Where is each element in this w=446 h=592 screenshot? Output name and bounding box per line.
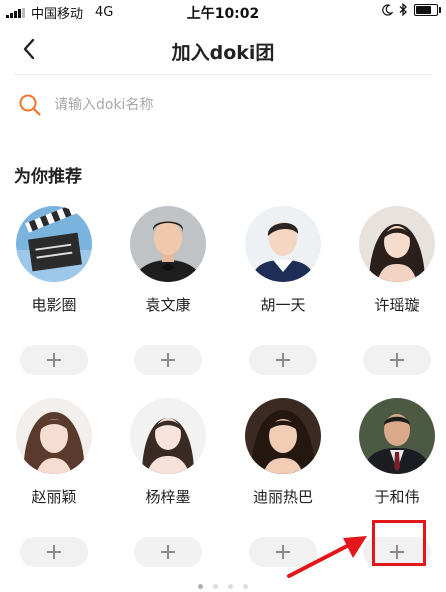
bluetooth-icon bbox=[399, 3, 407, 16]
portrait-avatar[interactable] bbox=[16, 398, 92, 474]
join-button[interactable] bbox=[20, 537, 88, 567]
header-divider bbox=[14, 74, 432, 75]
join-button[interactable] bbox=[363, 345, 431, 375]
search-icon bbox=[19, 94, 41, 116]
recommend-card: 胡一天 bbox=[235, 206, 331, 375]
plus-icon bbox=[390, 353, 404, 367]
chevron-left-icon bbox=[23, 38, 35, 60]
status-time: 上午10:02 bbox=[186, 6, 260, 22]
page-indicator bbox=[0, 584, 446, 589]
join-button[interactable] bbox=[249, 345, 317, 375]
portrait-avatar[interactable] bbox=[359, 398, 435, 474]
recommend-card: 许瑶璇 bbox=[349, 206, 445, 375]
join-button[interactable] bbox=[20, 345, 88, 375]
portrait-avatar[interactable] bbox=[245, 398, 321, 474]
recommend-card: 迪丽热巴 bbox=[235, 398, 331, 567]
clapperboard-avatar[interactable] bbox=[16, 206, 92, 282]
card-name: 于和伟 bbox=[374, 488, 420, 506]
search-input[interactable] bbox=[52, 96, 396, 114]
portrait-avatar[interactable] bbox=[130, 206, 206, 282]
card-name: 许瑶璇 bbox=[374, 296, 420, 314]
plus-icon bbox=[47, 353, 61, 367]
portrait-avatar[interactable] bbox=[130, 398, 206, 474]
nav-bar: 加入doki团 bbox=[0, 24, 446, 76]
plus-icon bbox=[161, 545, 175, 559]
join-button[interactable] bbox=[134, 345, 202, 375]
page-dot bbox=[198, 584, 203, 589]
plus-icon bbox=[161, 353, 175, 367]
page-dot bbox=[243, 584, 248, 589]
card-name: 杨梓墨 bbox=[145, 488, 191, 506]
portrait-avatar[interactable] bbox=[245, 206, 321, 282]
recommend-card: 杨梓墨 bbox=[120, 398, 216, 567]
join-button[interactable] bbox=[363, 537, 431, 567]
section-title: 为你推荐 bbox=[14, 167, 82, 187]
recommend-card: 电影圈 bbox=[6, 206, 102, 375]
plus-icon bbox=[390, 545, 404, 559]
recommend-card: 赵丽颖 bbox=[6, 398, 102, 567]
page-title: 加入doki团 bbox=[171, 42, 275, 64]
portrait-avatar[interactable] bbox=[359, 206, 435, 282]
card-name: 袁文康 bbox=[145, 296, 191, 314]
page-dot bbox=[228, 584, 233, 589]
recommend-card: 于和伟 bbox=[349, 398, 445, 567]
card-name: 电影圈 bbox=[31, 296, 77, 314]
join-button[interactable] bbox=[134, 537, 202, 567]
search-bar[interactable] bbox=[14, 88, 432, 122]
plus-icon bbox=[276, 545, 290, 559]
page-dot bbox=[213, 584, 218, 589]
plus-icon bbox=[47, 545, 61, 559]
status-bar: 中国移动 4G 上午10:02 bbox=[0, 0, 446, 24]
card-name: 赵丽颖 bbox=[31, 488, 77, 506]
card-name: 胡一天 bbox=[260, 296, 306, 314]
back-button[interactable] bbox=[14, 34, 44, 64]
status-right bbox=[381, 3, 441, 16]
recommend-card: 袁文康 bbox=[120, 206, 216, 375]
moon-icon bbox=[382, 3, 393, 16]
card-name: 迪丽热巴 bbox=[252, 488, 313, 506]
join-button[interactable] bbox=[249, 537, 317, 567]
plus-icon bbox=[276, 353, 290, 367]
battery-icon bbox=[414, 3, 441, 16]
